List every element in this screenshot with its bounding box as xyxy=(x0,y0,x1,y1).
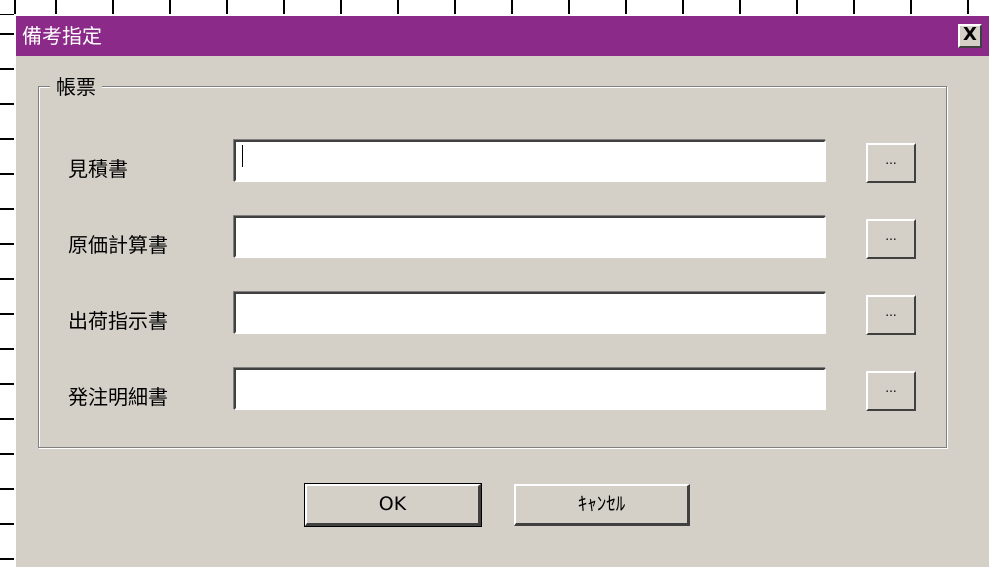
purchase-order-detail-browse-button[interactable]: ... xyxy=(866,371,916,411)
shipping-instruction-remarks-field[interactable] xyxy=(234,292,826,334)
estimate-browse-button[interactable]: ... xyxy=(866,143,916,183)
title-bar[interactable]: 備考指定 X xyxy=(16,16,989,56)
text-caret xyxy=(242,145,243,167)
purchase-order-detail-remarks-field[interactable] xyxy=(234,368,826,410)
label-shipping-instruction: 出荷指示書 xyxy=(68,309,168,333)
label-estimate: 見積書 xyxy=(68,157,128,181)
close-icon: X xyxy=(963,24,977,45)
cost-calculation-browse-button[interactable]: ... xyxy=(866,219,916,259)
label-cost-calculation: 原価計算書 xyxy=(68,233,168,257)
groupbox-legend: 帳票 xyxy=(50,76,102,98)
background-window-top-edge xyxy=(0,0,989,15)
ok-button[interactable]: OK xyxy=(304,483,482,527)
estimate-remarks-field[interactable] xyxy=(234,140,826,182)
cost-calculation-remarks-field[interactable] xyxy=(234,216,826,258)
dialog-title: 備考指定 xyxy=(22,24,102,48)
close-button[interactable]: X xyxy=(958,24,982,48)
shipping-instruction-browse-button[interactable]: ... xyxy=(866,295,916,335)
label-purchase-order-detail: 発注明細書 xyxy=(68,385,168,409)
cancel-button[interactable]: ｷｬﾝｾﾙ xyxy=(514,484,690,526)
